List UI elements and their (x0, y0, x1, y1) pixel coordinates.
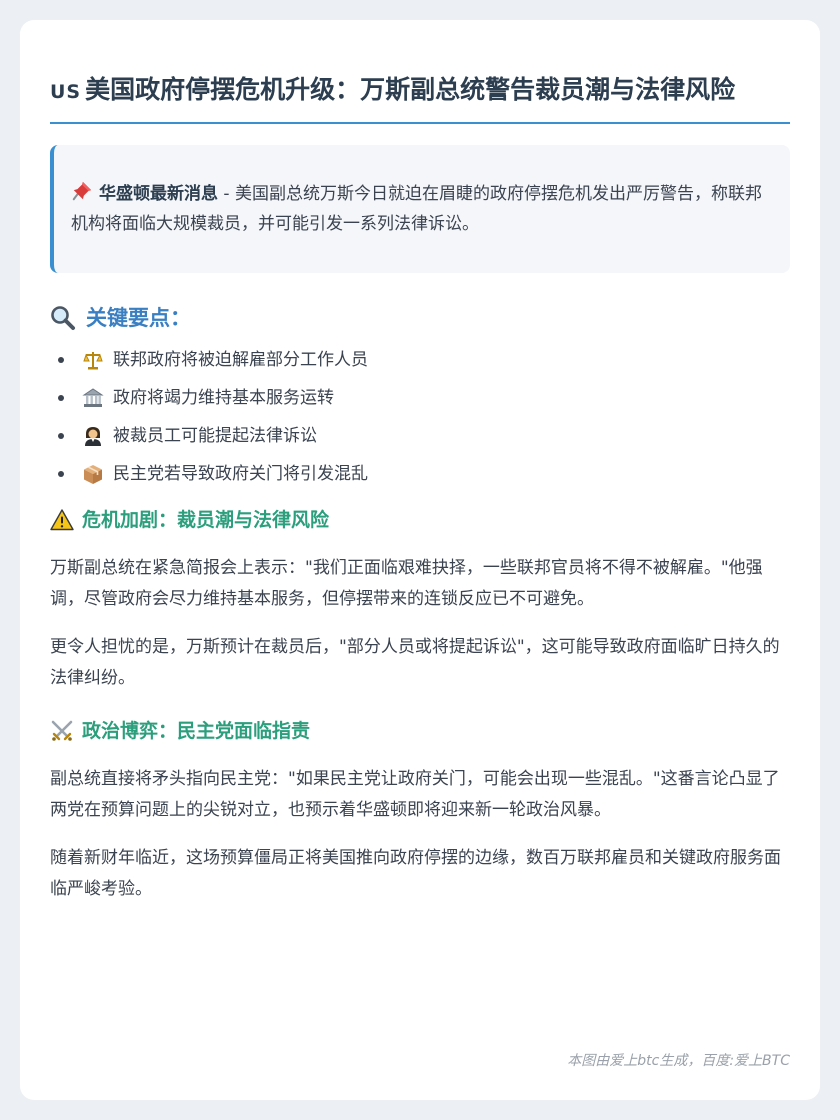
list-item: 被裁员工可能提起法律诉讼 (50, 417, 790, 455)
judge-icon (85, 427, 101, 446)
point-text: 政府将竭力维持基本服务运转 (113, 388, 334, 408)
list-item: 民主党若导致政府关门将引发混乱 (50, 455, 790, 493)
section-heading-text: 政治博弈：民主党面临指责 (82, 720, 311, 742)
list-item: 政府将竭力维持基本服务运转 (50, 379, 790, 417)
article-title: US 美国政府停摆危机升级：万斯副总统警告裁员潮与法律风险 (50, 72, 790, 124)
list-item: 联邦政府将被迫解雇部分工作人员 (50, 341, 790, 379)
point-text: 联邦政府将被迫解雇部分工作人员 (113, 350, 368, 370)
key-points-heading-text: 关键要点： (86, 306, 191, 330)
crossed-swords-icon (51, 720, 73, 741)
bullet (58, 433, 64, 439)
point-text: 民主党若导致政府关门将引发混乱 (113, 464, 368, 484)
article-card: US 美国政府停摆危机升级：万斯副总统警告裁员潮与法律风险 华盛顿最新消息 - 美… (20, 20, 820, 1100)
bullet (58, 357, 64, 363)
key-points-heading: 关键要点： (50, 303, 790, 333)
us-flag-label: US (50, 81, 82, 103)
pushpin-icon (72, 181, 92, 201)
paragraph: 万斯副总统在紧急简报会上表示："我们正面临艰难抉择，一些联邦官员将不得不被解雇。… (50, 558, 763, 609)
callout-lead: 华盛顿最新消息 (99, 184, 218, 204)
paragraph: 随着新财年临近，这场预算僵局正将美国推向政府停摆的边缘，数百万联邦雇员和关键政府… (50, 848, 781, 899)
paragraph: 更令人担忧的是，万斯预计在裁员后，"部分人员或将提起诉讼"，这可能导致政府面临旷… (50, 637, 780, 688)
package-icon (84, 465, 102, 484)
title-text: 美国政府停摆危机升级：万斯副总统警告裁员潮与法律风险 (85, 75, 736, 104)
magnifier-icon (51, 306, 75, 330)
section-heading-text: 危机加剧：裁员潮与法律风险 (82, 509, 330, 531)
point-text: 被裁员工可能提起法律诉讼 (113, 426, 317, 446)
government-building-icon (82, 388, 104, 407)
section-heading-crisis: 危机加剧：裁员潮与法律风险 (50, 505, 790, 535)
scales-icon (83, 352, 103, 370)
news-callout: 华盛顿最新消息 - 美国副总统万斯今日就迫在眉睫的政府停摆危机发出严厉警告，称联… (50, 145, 790, 273)
paragraph: 副总统直接将矛头指向民主党："如果民主党让政府关门，可能会出现一些混乱。"这番言… (50, 769, 780, 820)
bullet (58, 471, 64, 477)
key-points-list: 联邦政府将被迫解雇部分工作人员 政府将竭力维持基本服务运转 被裁员工可能提起法律… (50, 341, 790, 493)
bullet (58, 395, 64, 401)
footer-credit: 本图由爱上btc生成，百度:爱上BTC (567, 1053, 790, 1069)
warning-icon (50, 509, 74, 531)
section-heading-politics: 政治博弈：民主党面临指责 (50, 716, 790, 746)
